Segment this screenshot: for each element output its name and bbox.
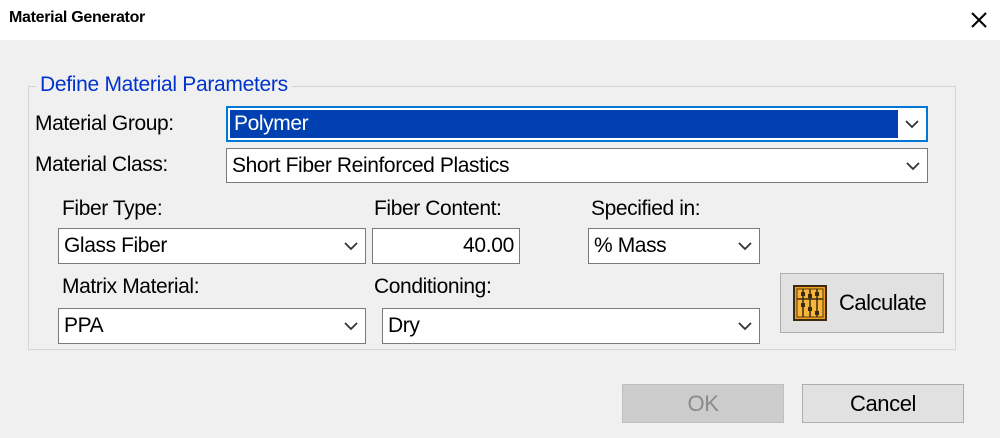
chevron-down-icon <box>906 161 920 170</box>
matrix-material-label: Matrix Material: <box>62 275 200 298</box>
material-generator-dialog: Material Generator Define Material Param… <box>0 0 1000 438</box>
matrix-material-value: PPA <box>64 314 104 337</box>
fiber-content-value: 40.00 <box>462 234 514 257</box>
material-class-label: Material Class: <box>35 153 168 176</box>
fiber-type-label: Fiber Type: <box>62 197 163 220</box>
material-group-label: Material Group: <box>35 112 174 135</box>
material-class-select[interactable]: Short Fiber Reinforced Plastics <box>226 148 928 183</box>
material-group-value: Polymer <box>234 112 309 135</box>
calculate-label: Calculate <box>839 290 927 315</box>
fiber-content-label: Fiber Content: <box>374 197 502 220</box>
abacus-icon <box>793 285 827 321</box>
selection-highlight <box>230 110 898 138</box>
fiber-type-value: Glass Fiber <box>64 234 167 257</box>
fiber-content-input[interactable]: 40.00 <box>372 228 520 264</box>
chevron-down-icon <box>905 120 919 129</box>
specified-in-select[interactable]: % Mass <box>588 228 760 264</box>
chevron-down-icon <box>738 242 752 251</box>
cancel-button[interactable]: Cancel <box>802 384 964 423</box>
conditioning-label: Conditioning: <box>374 275 492 298</box>
chevron-down-icon <box>344 322 358 331</box>
title-bar: Material Generator <box>0 0 1000 40</box>
conditioning-select[interactable]: Dry <box>382 308 760 344</box>
specified-in-label: Specified in: <box>591 197 701 220</box>
conditioning-value: Dry <box>388 314 420 337</box>
specified-in-value: % Mass <box>594 234 667 257</box>
calculate-button[interactable]: Calculate <box>780 273 944 333</box>
matrix-material-select[interactable]: PPA <box>58 308 366 344</box>
ok-button[interactable]: OK <box>622 384 784 423</box>
chevron-down-icon <box>738 322 752 331</box>
fiber-type-select[interactable]: Glass Fiber <box>58 228 366 264</box>
window-title: Material Generator <box>9 9 145 26</box>
close-button[interactable] <box>958 0 1000 40</box>
material-class-value: Short Fiber Reinforced Plastics <box>232 153 510 177</box>
group-legend: Define Material Parameters <box>36 72 292 98</box>
material-group-select[interactable]: Polymer <box>226 106 928 142</box>
chevron-down-icon <box>344 242 358 251</box>
close-icon <box>971 12 987 28</box>
